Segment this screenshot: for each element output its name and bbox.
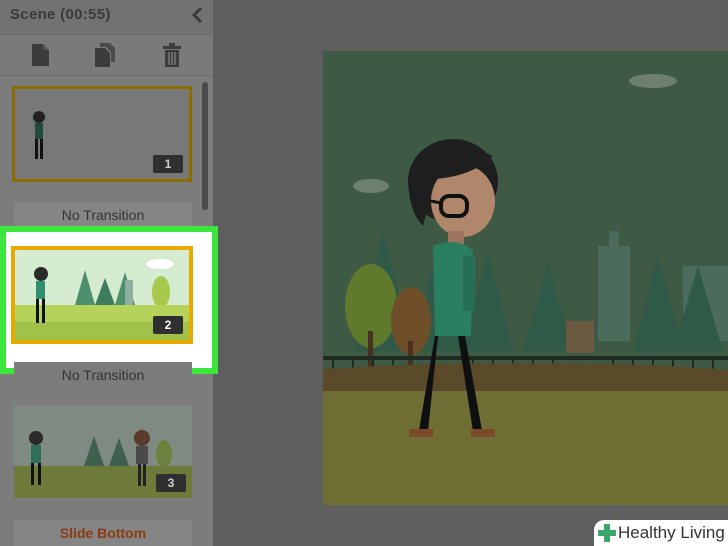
- scene-card-2[interactable]: 2: [11, 246, 193, 344]
- scene-illustration: [323, 51, 728, 505]
- transition-select-2[interactable]: No Transition: [14, 362, 192, 388]
- medical-cross-icon: [598, 524, 616, 542]
- transition-select-3[interactable]: Slide Bottom: [14, 520, 192, 546]
- scene-card-3[interactable]: 3: [14, 406, 192, 498]
- scene-card-1[interactable]: 1: [12, 86, 192, 182]
- scene-toolbar: [0, 34, 213, 76]
- scene-number-badge: 3: [156, 474, 186, 492]
- panel-title: Scene (00:55): [10, 6, 111, 23]
- selected-scene-highlight: 2: [0, 226, 218, 374]
- scene-number-badge: 2: [153, 316, 183, 334]
- scene-canvas[interactable]: [323, 51, 728, 505]
- scene-number-badge: 1: [153, 155, 183, 173]
- duplicate-scene-icon[interactable]: [92, 42, 118, 68]
- scene-duration: (00:55): [60, 6, 111, 23]
- panel-header: Scene (00:55): [0, 0, 213, 34]
- new-scene-icon[interactable]: [27, 42, 53, 68]
- delete-icon[interactable]: [159, 42, 185, 68]
- transition-select-1[interactable]: No Transition: [14, 202, 192, 228]
- collapse-panel-icon[interactable]: [188, 5, 208, 25]
- panel-title-label: Scene: [10, 6, 56, 23]
- scrollbar-thumb[interactable]: [202, 82, 208, 210]
- watermark-text: Healthy Living: [618, 523, 725, 542]
- healthy-living-watermark: Healthy Living: [594, 520, 728, 546]
